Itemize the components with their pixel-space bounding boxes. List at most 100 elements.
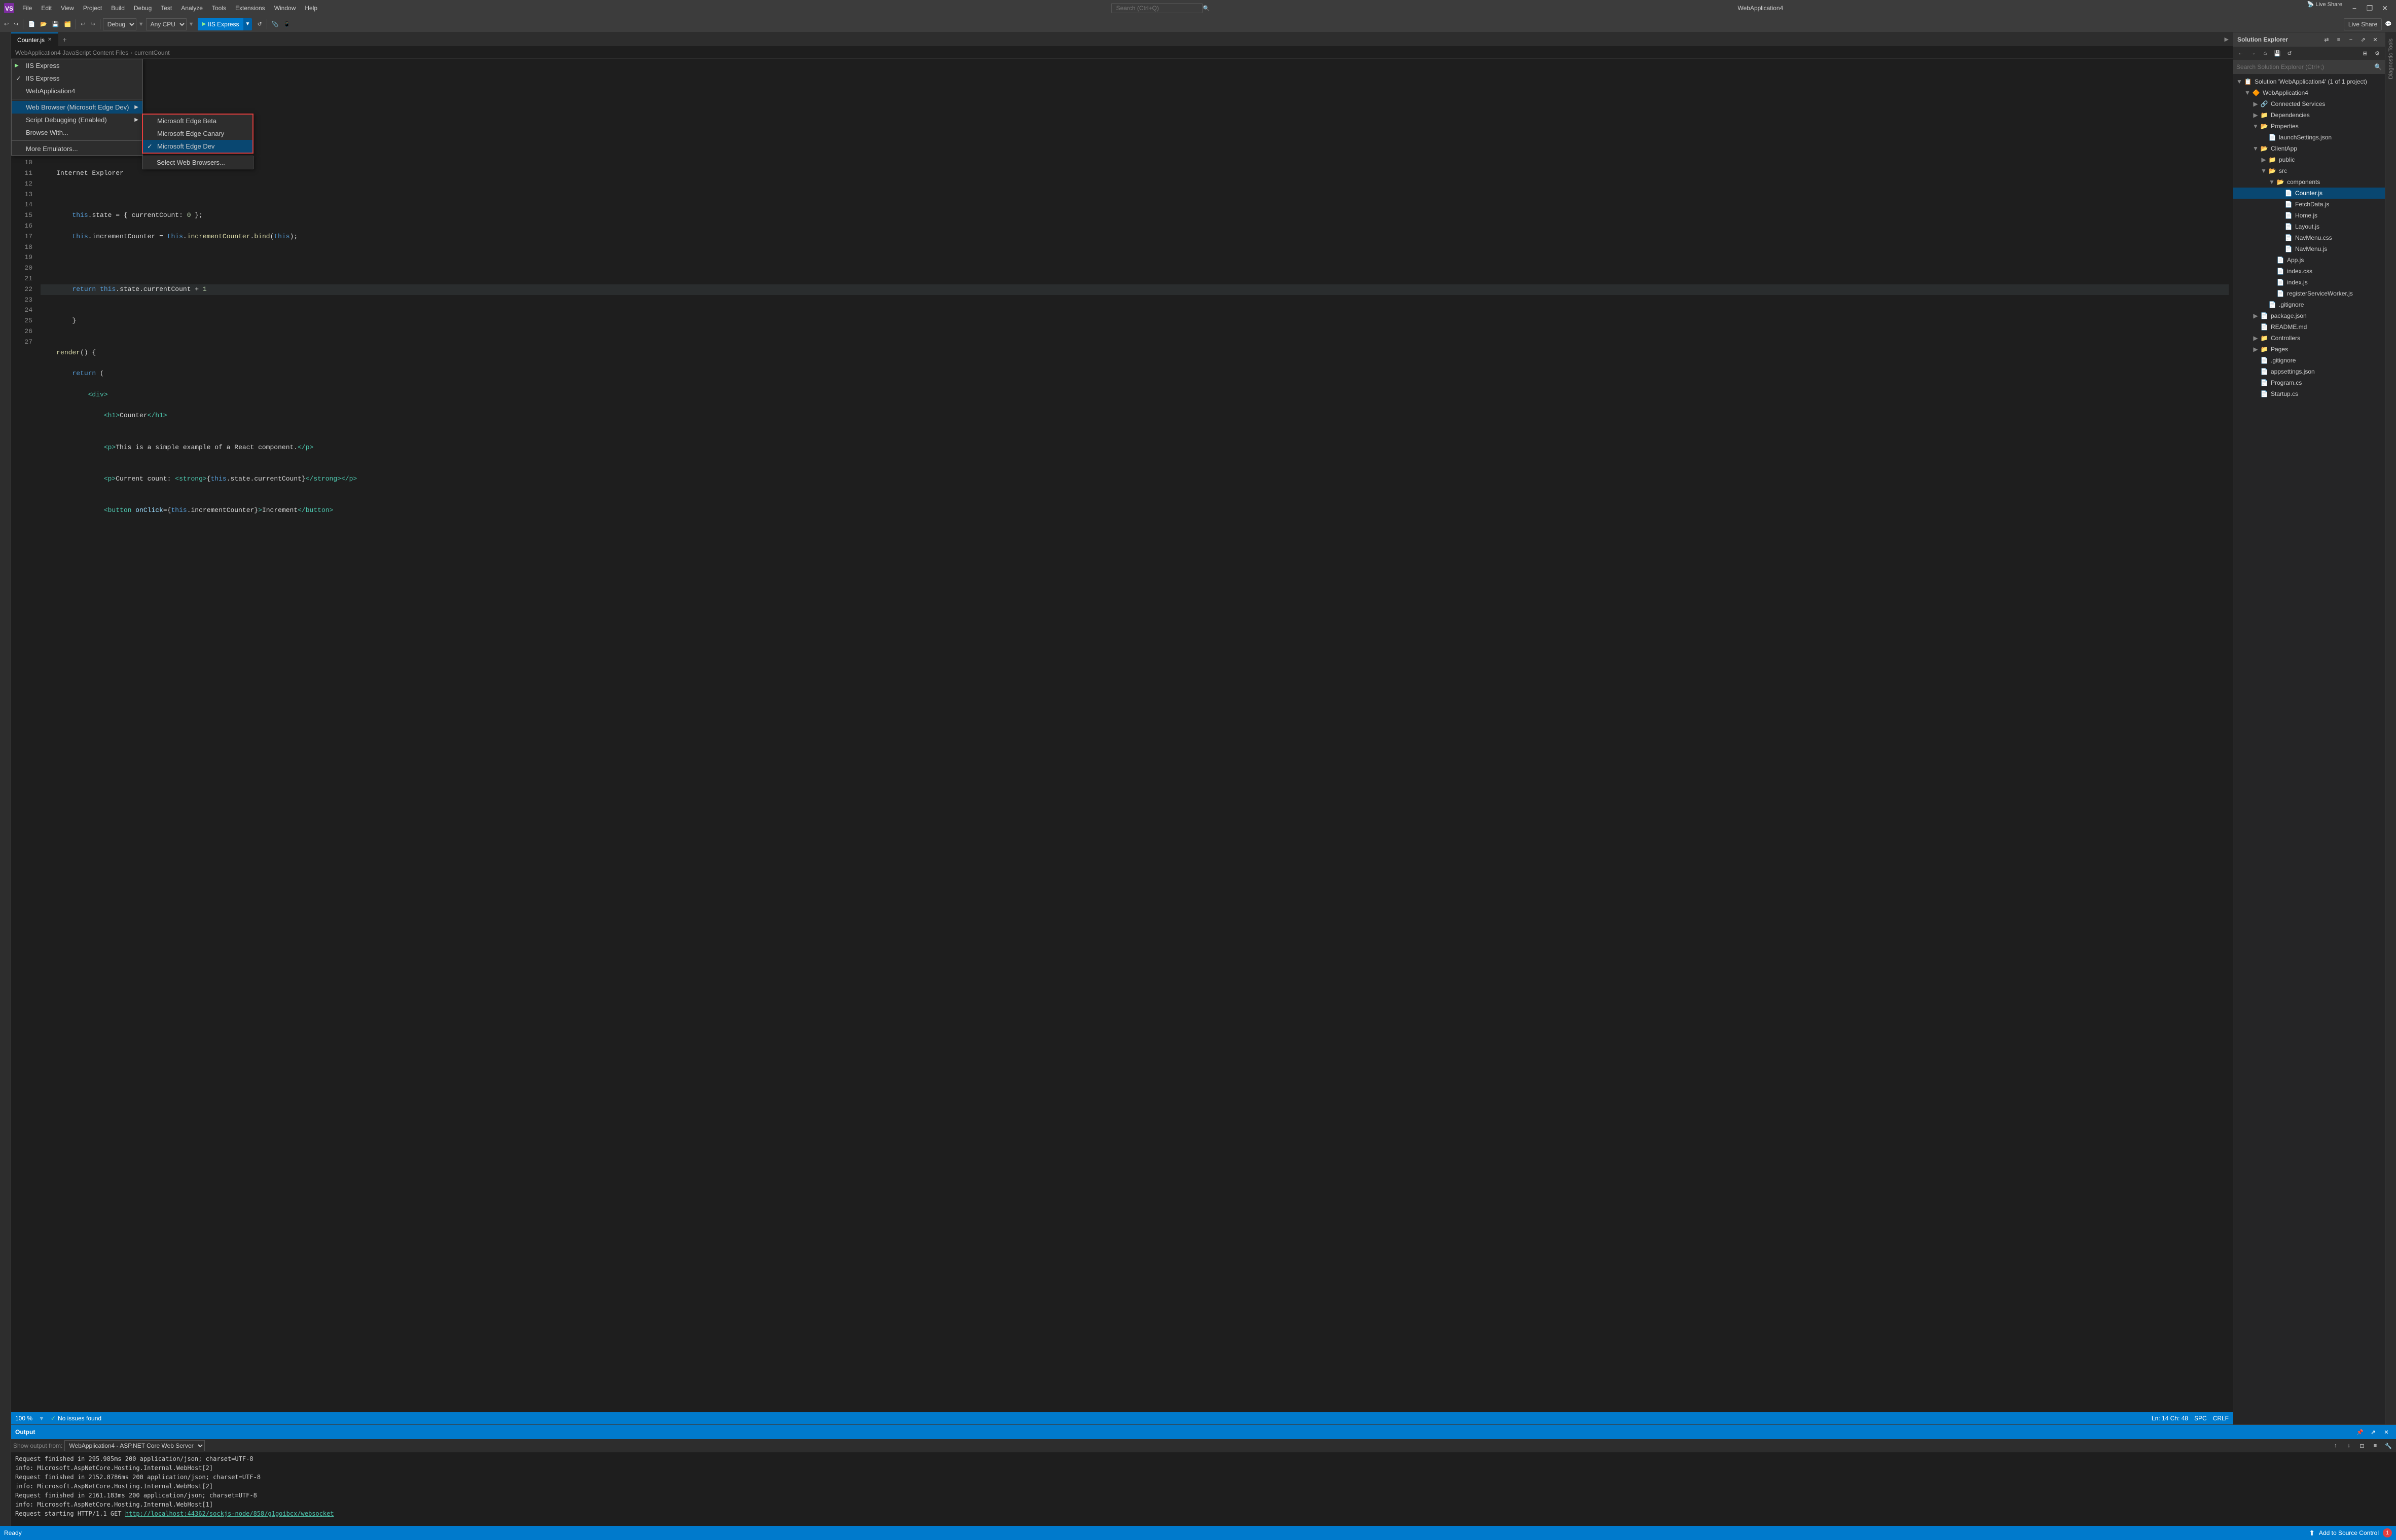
iis-option-webapp4[interactable]: WebApplication4 — [12, 85, 142, 97]
undo-btn[interactable]: ↩ — [79, 18, 87, 31]
se-settings-btn[interactable]: ⚙ — [2372, 48, 2383, 59]
output-source-dropdown[interactable]: WebApplication4 - ASP.NET Core Web Serve… — [64, 1440, 205, 1451]
se-forward-btn[interactable]: → — [2247, 48, 2259, 59]
menu-project[interactable]: Project — [79, 3, 106, 14]
browser-edge-canary[interactable]: Microsoft Edge Canary — [143, 127, 252, 140]
iis-option-iis-express-checked[interactable]: IIS Express — [12, 72, 142, 85]
output-toolbar-btn4[interactable]: ≡ — [2370, 1440, 2381, 1451]
source-control-label[interactable]: Add to Source Control — [2319, 1529, 2379, 1536]
output-toolbar-btn2[interactable]: ↓ — [2343, 1440, 2354, 1451]
tree-components[interactable]: ▼ 📂 components — [2233, 176, 2385, 188]
iis-option-script-debugging[interactable]: Script Debugging (Enabled) — [12, 114, 142, 126]
tree-package-json[interactable]: ▶ 📄 package.json — [2233, 310, 2385, 321]
liveshare-btn[interactable]: 📡 Live Share — [2307, 1, 2342, 15]
se-search-input[interactable] — [2236, 63, 2374, 70]
output-toolbar-btn1[interactable]: ↑ — [2330, 1440, 2341, 1451]
status-zoom[interactable]: 100 % — [15, 1415, 32, 1422]
iis-option-browse-with[interactable]: Browse With... — [12, 126, 142, 139]
forward-button[interactable]: ↪ — [12, 18, 20, 31]
menu-help[interactable]: Help — [301, 3, 321, 14]
menu-extensions[interactable]: Extensions — [231, 3, 269, 14]
tree-controllers[interactable]: ▶ 📁 Controllers — [2233, 333, 2385, 344]
output-close-btn[interactable]: ✕ — [2381, 1426, 2392, 1438]
tree-gitignore-src[interactable]: 📄 .gitignore — [2233, 299, 2385, 310]
tab-close-btn[interactable]: ✕ — [48, 37, 52, 43]
se-filter-btn[interactable]: ⊞ — [2359, 48, 2371, 59]
iis-option-iis-express-run[interactable]: ▶ IIS Express — [12, 59, 142, 72]
tree-public[interactable]: ▶ 📁 public — [2233, 154, 2385, 165]
output-toolbar-btn5[interactable]: 🔧 — [2383, 1440, 2394, 1451]
expand-controllers[interactable]: ▶ — [2252, 335, 2260, 342]
expand-clientapp[interactable]: ▼ — [2252, 145, 2260, 152]
tree-index-js[interactable]: 📄 index.js — [2233, 277, 2385, 288]
menu-tools[interactable]: Tools — [208, 3, 230, 14]
tree-home-js[interactable]: 📄 Home.js — [2233, 210, 2385, 221]
tree-index-css[interactable]: 📄 index.css — [2233, 266, 2385, 277]
tab-counter-js[interactable]: Counter.js ✕ — [11, 32, 58, 47]
global-search[interactable] — [1111, 3, 1203, 13]
save-all-btn[interactable]: 🗂️ — [62, 18, 74, 31]
select-web-browsers[interactable]: Select Web Browsers... — [142, 156, 253, 169]
se-sync-btn[interactable]: ⇄ — [2321, 34, 2332, 45]
menu-debug[interactable]: Debug — [130, 3, 156, 14]
close-button[interactable]: ✕ — [2378, 1, 2392, 15]
menu-window[interactable]: Window — [270, 3, 300, 14]
code-editor[interactable]: 12345 678910 1112131415 1617181920 21222… — [11, 59, 2233, 1412]
se-minimize-btn[interactable]: − — [2345, 34, 2356, 45]
output-pin-btn[interactable]: 📌 — [2354, 1426, 2366, 1438]
minimize-button[interactable]: − — [2347, 1, 2362, 15]
new-tab-btn[interactable]: + — [58, 35, 70, 44]
scroll-tabs-right[interactable]: ▶ — [2225, 36, 2229, 43]
debug-config-dropdown[interactable]: Debug — [103, 18, 136, 30]
browser-edge-beta[interactable]: Microsoft Edge Beta — [143, 115, 252, 127]
expand-solution[interactable]: ▼ — [2235, 78, 2243, 85]
tree-startup-cs[interactable]: 📄 Startup.cs — [2233, 388, 2385, 399]
tree-navmenu-css[interactable]: 📄 NavMenu.css — [2233, 232, 2385, 243]
menu-view[interactable]: View — [57, 3, 78, 14]
liveshare-toolbar-btn[interactable]: Live Share — [2344, 18, 2382, 30]
expand-src[interactable]: ▼ — [2260, 167, 2268, 174]
output-float-btn[interactable]: ⇗ — [2368, 1426, 2379, 1438]
tree-app-js[interactable]: 📄 App.js — [2233, 254, 2385, 266]
iis-option-web-browser[interactable]: Web Browser (Microsoft Edge Dev) — [12, 101, 142, 114]
iis-express-dropdown-arrow[interactable]: ▼ — [243, 18, 252, 30]
expand-components[interactable]: ▼ — [2268, 178, 2276, 186]
notification-icon[interactable]: 1 — [2383, 1528, 2392, 1537]
maximize-button[interactable]: ❐ — [2363, 1, 2377, 15]
se-props-btn[interactable]: ≡ — [2333, 34, 2344, 45]
expand-public[interactable]: ▶ — [2260, 156, 2268, 163]
code-content[interactable]: import React, { Component Firefox Google… — [37, 59, 2233, 1412]
device-btn[interactable]: 📱 — [281, 18, 293, 31]
tree-launchsettings[interactable]: 📄 launchSettings.json — [2233, 132, 2385, 143]
save-btn[interactable]: 💾 — [50, 18, 61, 31]
diagnostics-label[interactable]: Diagnostic Tools — [2388, 34, 2394, 83]
se-save-btn[interactable]: 💾 — [2272, 48, 2283, 59]
back-button[interactable]: ↩ — [2, 18, 11, 31]
new-project-btn[interactable]: 📄 — [26, 18, 37, 31]
tree-readme[interactable]: 📄 README.md — [2233, 321, 2385, 333]
cpu-config-dropdown[interactable]: Any CPU — [146, 18, 187, 30]
status-issues[interactable]: ✓ No issues found — [51, 1415, 101, 1422]
menu-file[interactable]: File — [18, 3, 36, 14]
output-link[interactable]: http://localhost:44362/sockjs-node/858/g… — [125, 1510, 334, 1517]
se-float-btn[interactable]: ⇗ — [2357, 34, 2369, 45]
se-home-btn[interactable]: ⌂ — [2260, 48, 2271, 59]
menu-edit[interactable]: Edit — [37, 3, 56, 14]
expand-connected[interactable]: ▶ — [2252, 100, 2260, 107]
redo-btn[interactable]: ↪ — [88, 18, 97, 31]
se-refresh-btn[interactable]: ↺ — [2284, 48, 2295, 59]
se-close-btn[interactable]: ✕ — [2370, 34, 2381, 45]
tree-solution[interactable]: ▼ 📋 Solution 'WebApplication4' (1 of 1 p… — [2233, 76, 2385, 87]
expand-pages[interactable]: ▶ — [2252, 346, 2260, 353]
tree-navmenu-js[interactable]: 📄 NavMenu.js — [2233, 243, 2385, 254]
expand-properties[interactable]: ▼ — [2252, 123, 2260, 130]
attach-btn[interactable]: 📎 — [270, 18, 281, 31]
tree-register-sw[interactable]: 📄 registerServiceWorker.js — [2233, 288, 2385, 299]
output-toolbar-btn3[interactable]: ⊡ — [2356, 1440, 2368, 1451]
tree-gitignore[interactable]: 📄 .gitignore — [2233, 355, 2385, 366]
tree-src[interactable]: ▼ 📂 src — [2233, 165, 2385, 176]
iis-option-more-emulators[interactable]: More Emulators... — [12, 142, 142, 155]
menu-analyze[interactable]: Analyze — [177, 3, 207, 14]
tree-dependencies[interactable]: ▶ 📁 Dependencies — [2233, 109, 2385, 121]
menu-test[interactable]: Test — [157, 3, 176, 14]
